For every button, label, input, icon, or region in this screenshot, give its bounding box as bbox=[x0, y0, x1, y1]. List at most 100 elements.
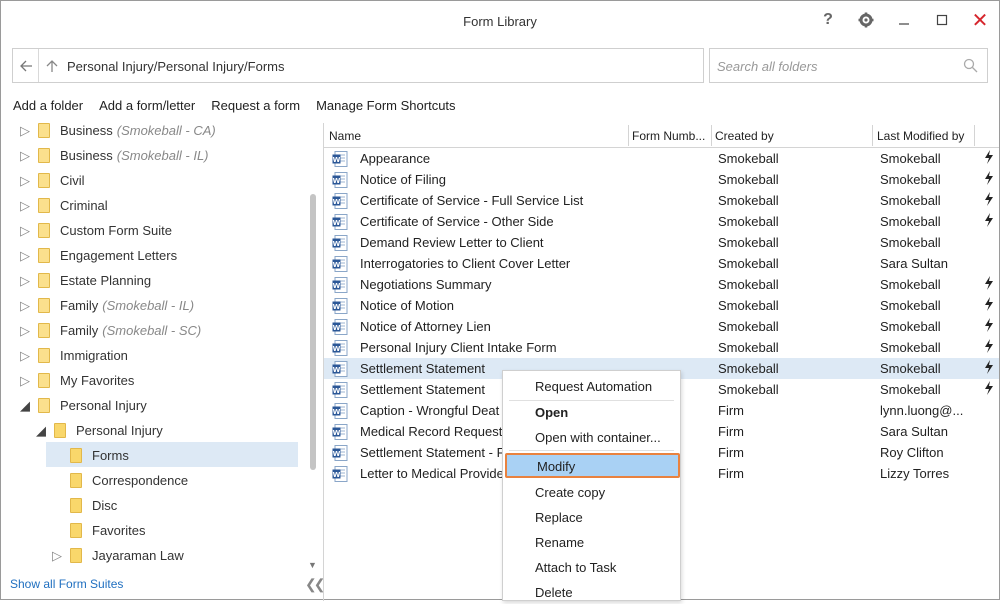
tree-item-my-favorites[interactable]: ▷ My Favorites bbox=[18, 368, 134, 393]
column-name[interactable]: Name bbox=[329, 129, 361, 143]
last-modified-by: Smokeball bbox=[880, 361, 941, 376]
column-created-by[interactable]: Created by bbox=[715, 129, 774, 143]
svg-text:W: W bbox=[333, 429, 341, 437]
help-button[interactable]: ? bbox=[816, 9, 840, 31]
show-all-form-suites-link[interactable]: Show all Form Suites bbox=[10, 577, 123, 591]
expand-arrow-icon[interactable]: ▷ bbox=[18, 198, 32, 214]
expand-arrow-icon[interactable]: ▷ bbox=[18, 323, 32, 339]
table-row[interactable]: W Negotiations Summary Smokeball Smokeball bbox=[324, 274, 999, 295]
created-by: Smokeball bbox=[718, 214, 779, 229]
menu-item-open-with-container[interactable]: Open with container... bbox=[503, 424, 680, 449]
tree-item-business-ca[interactable]: ▷ Business (Smokeball - CA) bbox=[18, 123, 216, 143]
tree-item-criminal[interactable]: ▷ Criminal bbox=[18, 193, 108, 218]
expand-arrow-icon[interactable]: ▷ bbox=[18, 148, 32, 164]
folder-icon bbox=[54, 423, 66, 438]
column-resize-handle[interactable] bbox=[974, 125, 975, 146]
menu-item-rename[interactable]: Rename bbox=[503, 529, 680, 554]
menu-item-modify[interactable]: Modify bbox=[505, 453, 680, 478]
folder-tree: ▷ Business (Smokeball - CA) ▷ Business (Smok… bbox=[2, 123, 323, 570]
table-row[interactable]: W Certificate of Service - Other Side Smok… bbox=[324, 211, 999, 232]
automation-bolt-icon bbox=[984, 297, 994, 314]
menu-item-create-copy[interactable]: Create copy bbox=[503, 479, 680, 504]
table-row[interactable]: W Interrogatories to Client Cover Letter S… bbox=[324, 253, 999, 274]
minimize-button[interactable] bbox=[892, 9, 916, 31]
request-form-button[interactable]: Request a form bbox=[211, 98, 300, 116]
form-name: Appearance bbox=[360, 151, 431, 166]
column-last-modified[interactable]: Last Modified by bbox=[877, 129, 964, 143]
close-button[interactable]: ✕ bbox=[968, 9, 992, 32]
tree-scrollbar-thumb[interactable] bbox=[310, 194, 316, 470]
add-form-button[interactable]: Add a form/letter bbox=[99, 98, 195, 116]
expand-arrow-icon[interactable]: ▷ bbox=[18, 248, 32, 264]
folder-icon bbox=[70, 548, 82, 563]
tree-item-favorites[interactable]: Favorites bbox=[50, 518, 145, 543]
last-modified-by: Roy Clifton bbox=[880, 445, 944, 460]
scroll-down-icon[interactable]: ▼ bbox=[308, 560, 317, 570]
tree-item-forms[interactable]: Forms bbox=[50, 443, 129, 468]
back-button[interactable] bbox=[13, 49, 39, 82]
form-name: Medical Record Request bbox=[360, 424, 503, 439]
maximize-icon bbox=[936, 14, 948, 26]
search-placeholder: Search all folders bbox=[717, 59, 818, 74]
expand-arrow-icon[interactable]: ▷ bbox=[18, 223, 32, 239]
tree-item-family-il[interactable]: ▷ Family (Smokeball - IL) bbox=[18, 293, 194, 318]
expand-arrow-icon[interactable]: ▷ bbox=[18, 123, 32, 139]
settings-button[interactable] bbox=[854, 9, 878, 31]
word-document-icon: W bbox=[332, 424, 348, 440]
address-bar[interactable]: Personal Injury/Personal Injury/Forms bbox=[12, 48, 704, 83]
manage-shortcuts-button[interactable]: Manage Form Shortcuts bbox=[316, 98, 455, 116]
table-row[interactable]: W Notice of Filing Smokeball Smokeball bbox=[324, 169, 999, 190]
column-resize-handle[interactable] bbox=[872, 125, 873, 146]
title-bar: Form Library ? ✕ bbox=[1, 1, 999, 41]
column-form-number[interactable]: Form Numb... bbox=[632, 129, 705, 143]
folder-icon bbox=[70, 498, 82, 513]
menu-item-request-automation[interactable]: Request Automation bbox=[503, 373, 680, 398]
expand-arrow-icon[interactable]: ▷ bbox=[18, 348, 32, 364]
expand-arrow-icon[interactable]: ▷ bbox=[18, 173, 32, 189]
menu-item-delete[interactable]: Delete bbox=[503, 579, 680, 604]
table-row[interactable]: W Notice of Motion Smokeball Smokeball bbox=[324, 295, 999, 316]
folder-icon bbox=[38, 348, 50, 363]
tree-item-business-il[interactable]: ▷ Business (Smokeball - IL) bbox=[18, 143, 209, 168]
automation-bolt-icon bbox=[984, 339, 994, 356]
up-button[interactable] bbox=[43, 49, 61, 82]
tree-item-personal-injury-sub[interactable]: ◢ Personal Injury bbox=[34, 418, 163, 443]
tree-item-personal-injury[interactable]: ◢ Personal Injury bbox=[18, 393, 147, 418]
table-row[interactable]: W Personal Injury Client Intake Form Smoke… bbox=[324, 337, 999, 358]
automation-bolt-icon bbox=[984, 381, 994, 398]
expand-arrow-icon[interactable]: ▷ bbox=[18, 298, 32, 314]
column-resize-handle[interactable] bbox=[711, 125, 712, 146]
expand-arrow-icon[interactable]: ▷ bbox=[50, 548, 64, 564]
add-folder-button[interactable]: Add a folder bbox=[13, 98, 83, 116]
menu-item-attach-to-task[interactable]: Attach to Task bbox=[503, 554, 680, 579]
table-row[interactable]: W Demand Review Letter to Client Smokeball… bbox=[324, 232, 999, 253]
collapse-arrow-icon[interactable]: ◢ bbox=[18, 398, 32, 414]
tree-item-estate-planning[interactable]: ▷ Estate Planning bbox=[18, 268, 151, 293]
table-row[interactable]: W Appearance Smokeball Smokeball bbox=[324, 148, 999, 169]
search-icon[interactable] bbox=[963, 58, 978, 73]
table-row[interactable]: W Notice of Attorney Lien Smokeball Smokeba… bbox=[324, 316, 999, 337]
word-document-icon: W bbox=[332, 172, 348, 188]
search-input[interactable]: Search all folders bbox=[709, 48, 988, 83]
expand-arrow-icon[interactable]: ▷ bbox=[18, 373, 32, 389]
tree-item-jayaraman-law[interactable]: ▷ Jayaraman Law bbox=[50, 543, 184, 568]
column-resize-handle[interactable] bbox=[628, 125, 629, 146]
collapse-panel-icon[interactable]: ❮❮ bbox=[305, 576, 326, 593]
svg-text:W: W bbox=[333, 387, 341, 395]
tree-item-family-sc[interactable]: ▷ Family (Smokeball - SC) bbox=[18, 318, 201, 343]
expand-arrow-icon[interactable]: ▷ bbox=[18, 273, 32, 289]
tree-item-disc[interactable]: Disc bbox=[50, 493, 117, 518]
tree-item-correspondence[interactable]: Correspondence bbox=[50, 468, 188, 493]
tree-item-civil[interactable]: ▷ Civil bbox=[18, 168, 85, 193]
menu-item-open[interactable]: Open bbox=[503, 399, 680, 424]
last-modified-by: Smokeball bbox=[880, 235, 941, 250]
last-modified-by: Sara Sultan bbox=[880, 424, 948, 439]
maximize-button[interactable] bbox=[930, 9, 954, 31]
collapse-arrow-icon[interactable]: ◢ bbox=[34, 423, 48, 439]
menu-item-replace[interactable]: Replace bbox=[503, 504, 680, 529]
tree-item-engagement-letters[interactable]: ▷ Engagement Letters bbox=[18, 243, 177, 268]
tree-item-custom-form-suite[interactable]: ▷ Custom Form Suite bbox=[18, 218, 172, 243]
automation-bolt-icon bbox=[984, 213, 994, 230]
tree-item-immigration[interactable]: ▷ Immigration bbox=[18, 343, 128, 368]
table-row[interactable]: W Certificate of Service - Full Service L… bbox=[324, 190, 999, 211]
